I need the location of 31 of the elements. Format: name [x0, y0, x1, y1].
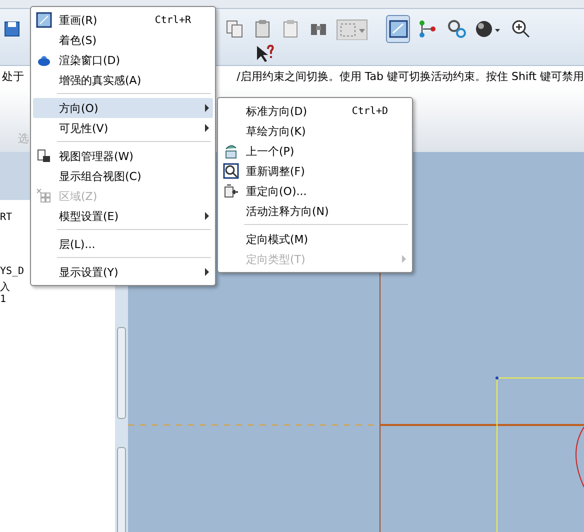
help-pointer-icon[interactable]: [255, 43, 275, 65]
menu-item[interactable]: 显示设置(Y): [33, 262, 213, 282]
view-manager-icon: [36, 148, 52, 164]
menu-item[interactable]: 增强的真实感(A): [33, 70, 213, 90]
menu-item[interactable]: 显示组合视图(C): [33, 166, 213, 186]
menu-item[interactable]: 可见性(V): [33, 118, 213, 138]
splitter-handle[interactable]: [117, 327, 126, 418]
menu-item[interactable]: 重定向(O)...: [220, 181, 410, 201]
menu-item[interactable]: 重画(R) Ctrl+R: [33, 10, 213, 30]
splitter-handle[interactable]: [117, 446, 126, 532]
menu-item[interactable]: 活动注释方向(N): [220, 201, 410, 221]
sketch-icon[interactable]: [386, 15, 410, 43]
menu-item[interactable]: 层(L)...: [33, 234, 213, 254]
status-message: 处于: [2, 68, 24, 84]
zoom-fit-icon: [223, 163, 239, 179]
menu-item[interactable]: 标准方向(D) Ctrl+D: [220, 101, 410, 121]
menu-item[interactable]: 定向模式(M): [220, 229, 410, 249]
menu-item[interactable]: 上一个(P): [220, 141, 410, 161]
redraw-icon: [36, 12, 52, 28]
status-message: /启用约束之间切换。使用 Tab 键可切换活动约束。按住 Shift 键可禁用: [236, 68, 584, 84]
menu-item[interactable]: 视图管理器(W): [33, 146, 213, 166]
region-icon: [36, 188, 52, 204]
previous-view-icon: [223, 143, 239, 159]
menu-item[interactable]: 着色(S): [33, 30, 213, 50]
menu-item[interactable]: 渲染窗口(D): [33, 50, 213, 70]
menu-item[interactable]: 重新调整(F): [220, 161, 410, 181]
menu-item[interactable]: 模型设置(E): [33, 206, 213, 226]
menu-item[interactable]: 方向(O): [33, 98, 213, 118]
tree-item[interactable]: 1: [0, 294, 115, 308]
reorient-icon: [223, 183, 239, 199]
menu-item[interactable]: 草绘方向(K): [220, 121, 410, 141]
